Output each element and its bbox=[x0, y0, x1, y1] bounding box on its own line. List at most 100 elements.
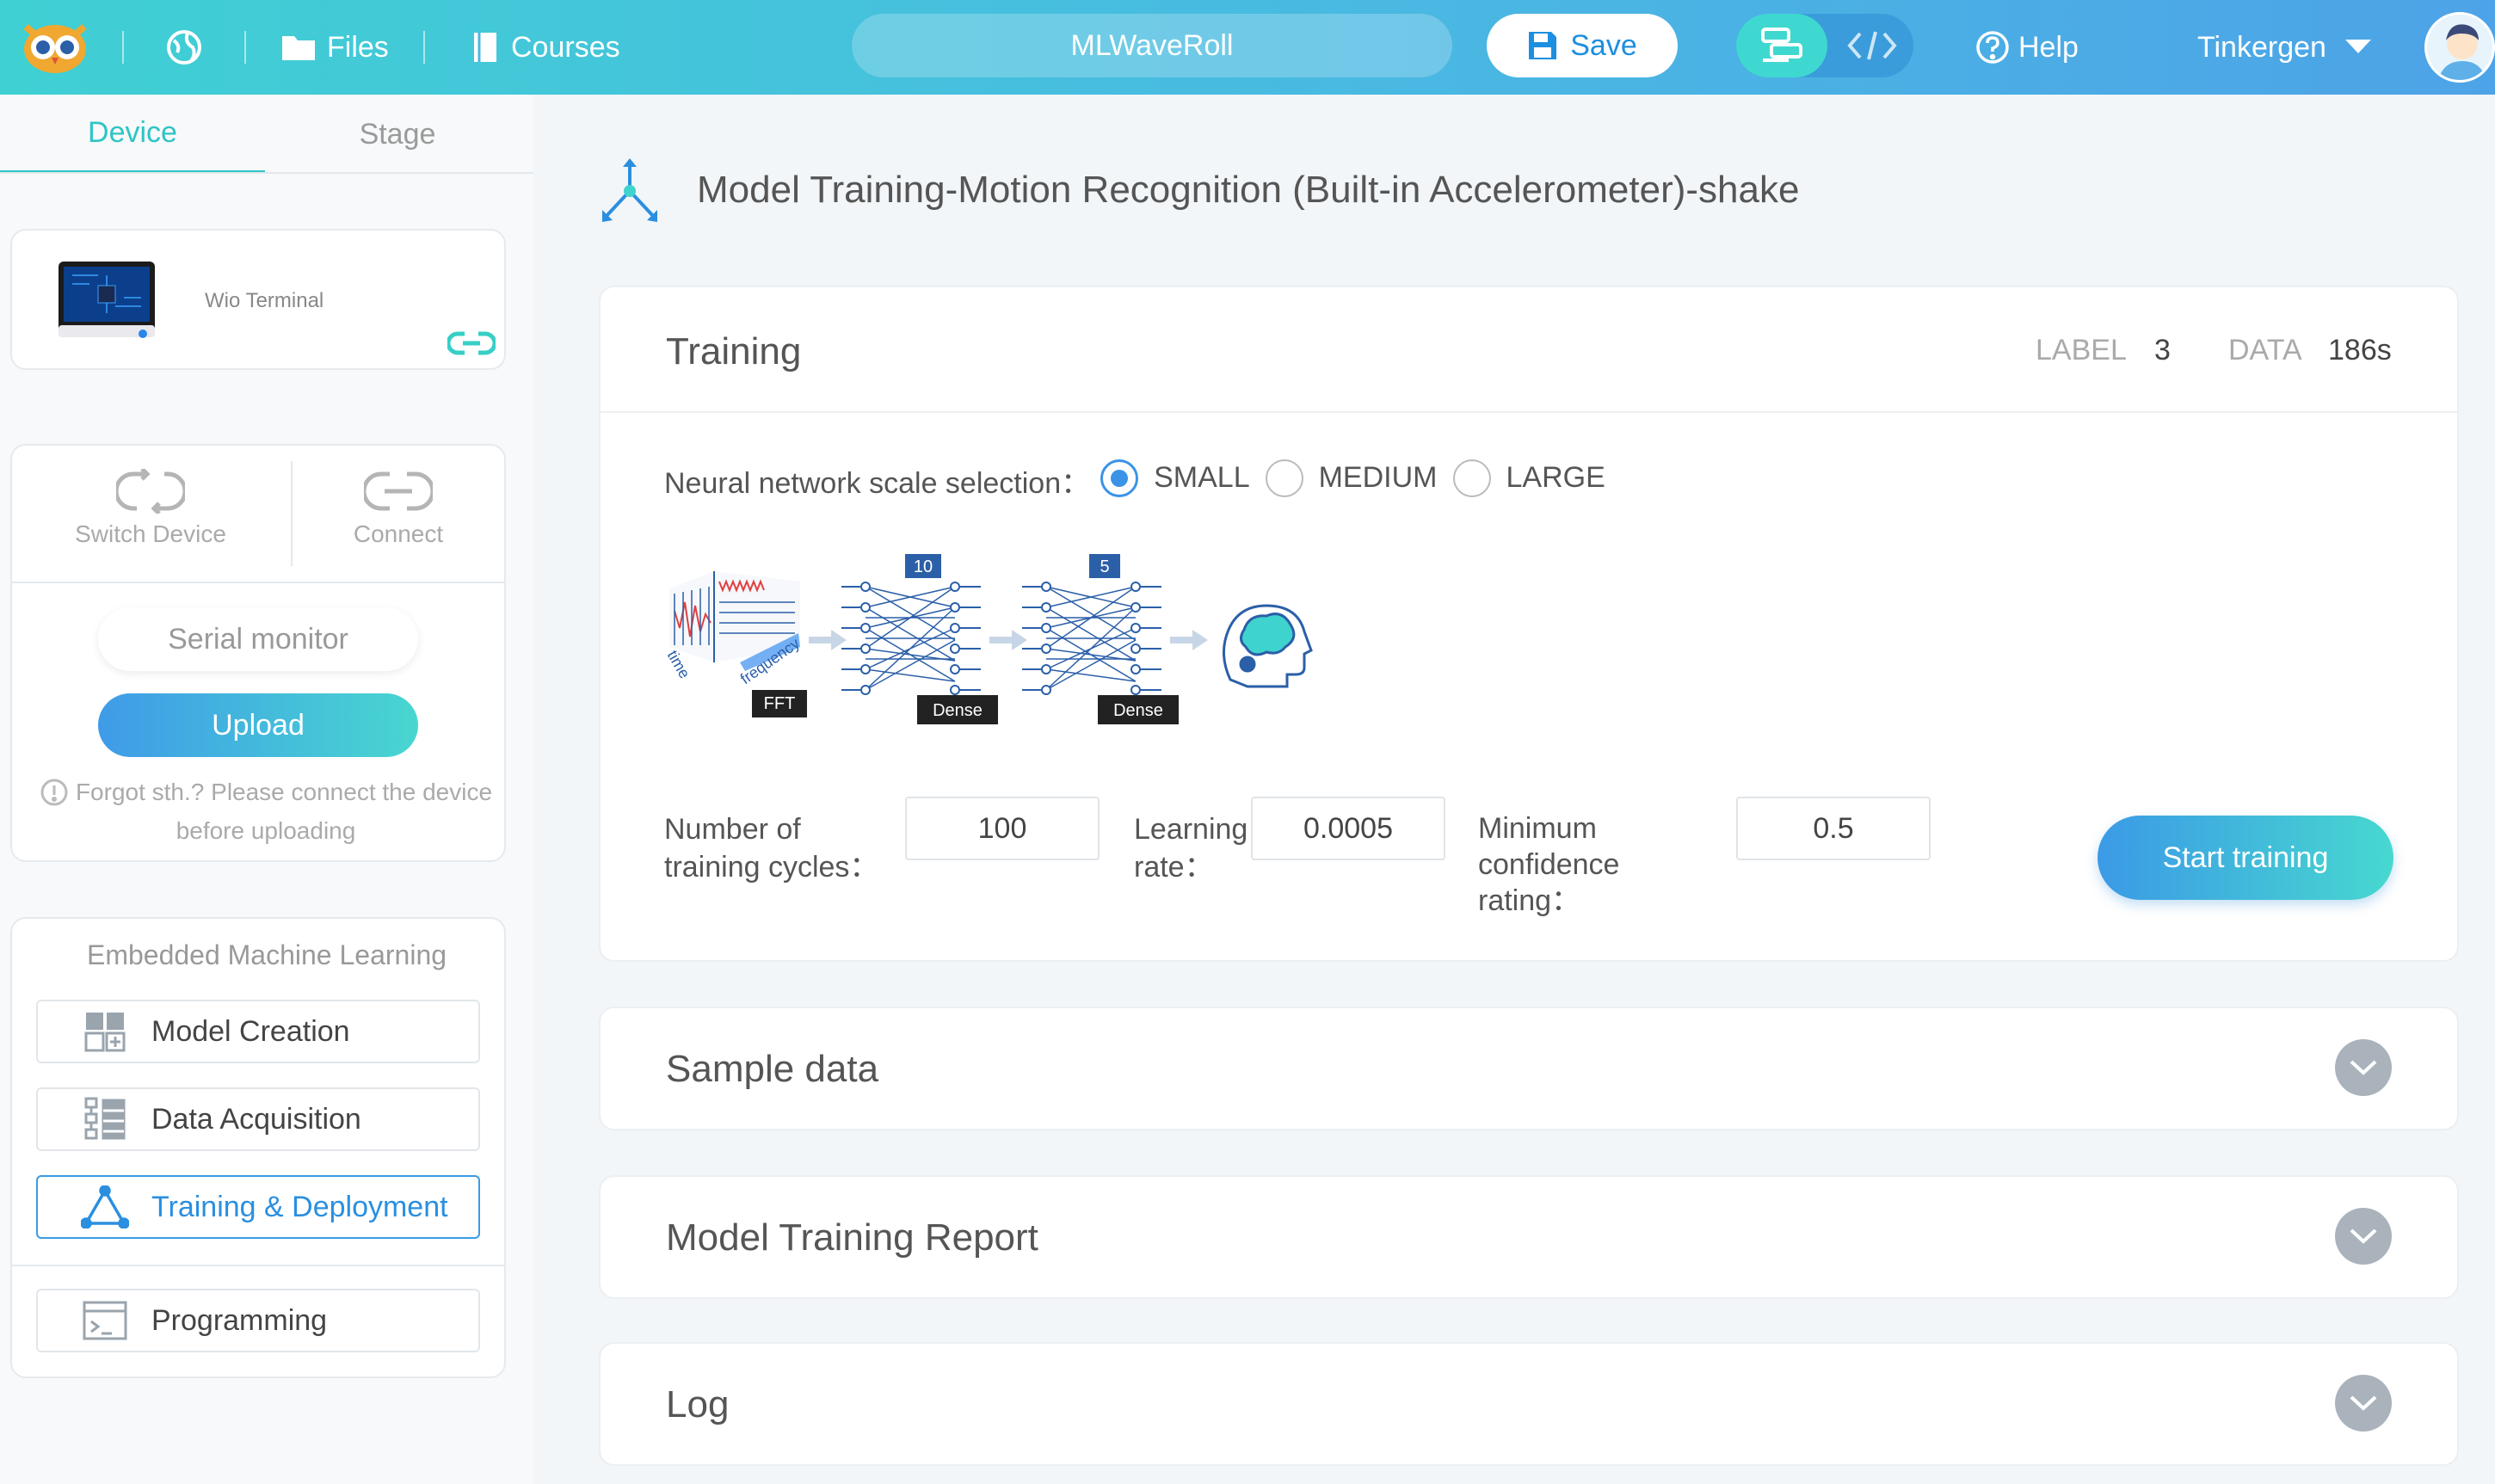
help-menu[interactable]: Help bbox=[1975, 0, 2079, 95]
serial-monitor-button[interactable]: Serial monitor bbox=[98, 607, 418, 671]
label-key: LABEL bbox=[2036, 334, 2127, 366]
connect-label: Connect bbox=[353, 520, 444, 547]
learning-rate-label: Learning rate： bbox=[1134, 810, 1248, 886]
data-key: DATA bbox=[2228, 334, 2302, 366]
menu-model-creation[interactable]: Model Creation bbox=[36, 1000, 480, 1063]
chevron-down-icon[interactable] bbox=[2335, 1375, 2392, 1432]
radio-large[interactable] bbox=[1452, 459, 1491, 497]
option-small-label: SMALL bbox=[1154, 461, 1250, 494]
floppy-disk-icon bbox=[1529, 32, 1557, 59]
separator bbox=[122, 31, 124, 64]
warning-icon bbox=[40, 779, 68, 805]
network-diagram: time frequency FFT 10 Dense 5 Dense bbox=[662, 551, 1334, 744]
grid-plus-icon bbox=[81, 1011, 129, 1052]
user-name: Tinkergen bbox=[2197, 30, 2326, 64]
terminal-icon bbox=[81, 1300, 129, 1341]
menu-programming[interactable]: Programming bbox=[36, 1289, 480, 1352]
tab-divider bbox=[0, 172, 533, 174]
courses-label: Courses bbox=[511, 30, 620, 64]
help-label: Help bbox=[2018, 30, 2079, 64]
section-title: Model Training Report bbox=[666, 1216, 1038, 1259]
tab-stage[interactable]: Stage bbox=[265, 95, 530, 174]
files-menu[interactable]: Files bbox=[280, 0, 389, 95]
start-training-button[interactable]: Start training bbox=[2098, 816, 2393, 900]
menu-data-acquisition[interactable]: Data Acquisition bbox=[36, 1087, 480, 1151]
section-title: Log bbox=[666, 1383, 730, 1426]
confidence-label-line-2: confidence bbox=[1478, 848, 1620, 881]
wio-terminal-image bbox=[55, 258, 158, 345]
courses-menu[interactable]: Courses bbox=[471, 0, 620, 95]
user-menu[interactable]: Tinkergen bbox=[2197, 0, 2371, 95]
chevron-down-icon[interactable] bbox=[2335, 1208, 2392, 1265]
training-cycles-input[interactable]: 100 bbox=[905, 797, 1100, 860]
confidence-label-line-3: rating： bbox=[1478, 884, 1581, 917]
switch-icon bbox=[116, 469, 185, 514]
section-title: Sample data bbox=[666, 1048, 879, 1090]
chevron-down-icon[interactable] bbox=[2335, 1039, 2392, 1096]
fft-spectrogram-icon: time frequency FFT bbox=[664, 571, 807, 717]
upload-button[interactable]: Upload bbox=[98, 693, 418, 757]
help-icon bbox=[1976, 31, 2009, 64]
save-button[interactable]: Save bbox=[1487, 14, 1678, 77]
code-mode-icon[interactable] bbox=[1831, 14, 1913, 77]
folder-icon bbox=[282, 36, 315, 60]
layer-2-units: 5 bbox=[1100, 557, 1109, 576]
training-report-section[interactable]: Model Training Report bbox=[599, 1175, 2459, 1299]
menu-training-deployment[interactable]: Training & Deployment bbox=[36, 1175, 480, 1239]
project-name-field[interactable]: MLWaveRoll bbox=[852, 14, 1452, 77]
separator bbox=[423, 31, 425, 64]
tab-device[interactable]: Device bbox=[0, 95, 265, 174]
separator bbox=[244, 31, 246, 64]
training-title: Training bbox=[666, 330, 802, 373]
confidence-input[interactable]: 0.5 bbox=[1736, 797, 1931, 860]
block-mode-icon[interactable] bbox=[1736, 14, 1827, 77]
divider bbox=[12, 1265, 504, 1266]
sample-data-section[interactable]: Sample data bbox=[599, 1007, 2459, 1130]
hint-line-1: Forgot sth.? Please connect the device bbox=[75, 779, 493, 805]
cycles-label: Number of training cycles： bbox=[664, 810, 878, 886]
learning-rate-input[interactable]: 0.0005 bbox=[1251, 797, 1445, 860]
menu-label: Programming bbox=[151, 1303, 328, 1337]
upload-hint: Forgot sth.? Please connect the device b… bbox=[12, 776, 520, 847]
owl-logo-icon[interactable] bbox=[21, 0, 89, 95]
book-icon bbox=[474, 33, 496, 62]
divider bbox=[12, 582, 504, 583]
scale-selection: Neural network scale selection： SMALL ME… bbox=[664, 454, 1605, 502]
hint-line-2: before uploading bbox=[176, 816, 356, 844]
option-medium-label: MEDIUM bbox=[1318, 461, 1438, 494]
files-label: Files bbox=[327, 30, 389, 64]
scale-label: Neural network scale selection： bbox=[664, 467, 1091, 500]
data-list-icon bbox=[81, 1097, 129, 1140]
radio-medium[interactable] bbox=[1265, 459, 1303, 497]
learning-rate-label-line-1: Learning bbox=[1134, 813, 1248, 846]
menu-label: Model Creation bbox=[151, 1014, 350, 1048]
triangle-network-icon bbox=[81, 1185, 129, 1228]
learning-rate-label-line-2: rate： bbox=[1134, 851, 1214, 884]
avatar[interactable] bbox=[2424, 12, 2495, 83]
confidence-label-line-1: Minimum bbox=[1478, 812, 1597, 845]
fft-label: FFT bbox=[764, 694, 796, 713]
dense-label-1: Dense bbox=[933, 701, 983, 720]
ml-section-title: Embedded Machine Learning bbox=[86, 939, 447, 970]
device-name: Wio Terminal bbox=[205, 289, 324, 312]
connect-button[interactable]: Connect bbox=[274, 469, 523, 548]
link-icon[interactable] bbox=[446, 329, 497, 362]
switch-device-button[interactable]: Switch Device bbox=[26, 469, 275, 548]
connect-icon bbox=[364, 471, 433, 511]
dense-label-2: Dense bbox=[1113, 701, 1163, 720]
menu-label: Data Acquisition bbox=[151, 1102, 361, 1136]
top-bar: Files Courses MLWaveRoll Save Help Tinke… bbox=[0, 0, 2495, 95]
confidence-label: Minimum confidence rating： bbox=[1478, 810, 1619, 919]
globe-icon[interactable] bbox=[165, 0, 203, 95]
brain-head-icon bbox=[1223, 604, 1313, 688]
training-deployment-icon bbox=[599, 157, 661, 230]
cycles-label-line-1: Number of bbox=[664, 813, 801, 846]
layer-1-units: 10 bbox=[914, 557, 933, 576]
label-count: 3 bbox=[2154, 334, 2171, 366]
caret-down-icon bbox=[2344, 40, 2371, 53]
radio-small[interactable] bbox=[1100, 459, 1139, 497]
option-large-label: LARGE bbox=[1506, 461, 1605, 494]
switch-device-label: Switch Device bbox=[75, 520, 226, 547]
log-section[interactable]: Log bbox=[599, 1342, 2459, 1466]
data-duration: 186s bbox=[2328, 334, 2392, 366]
